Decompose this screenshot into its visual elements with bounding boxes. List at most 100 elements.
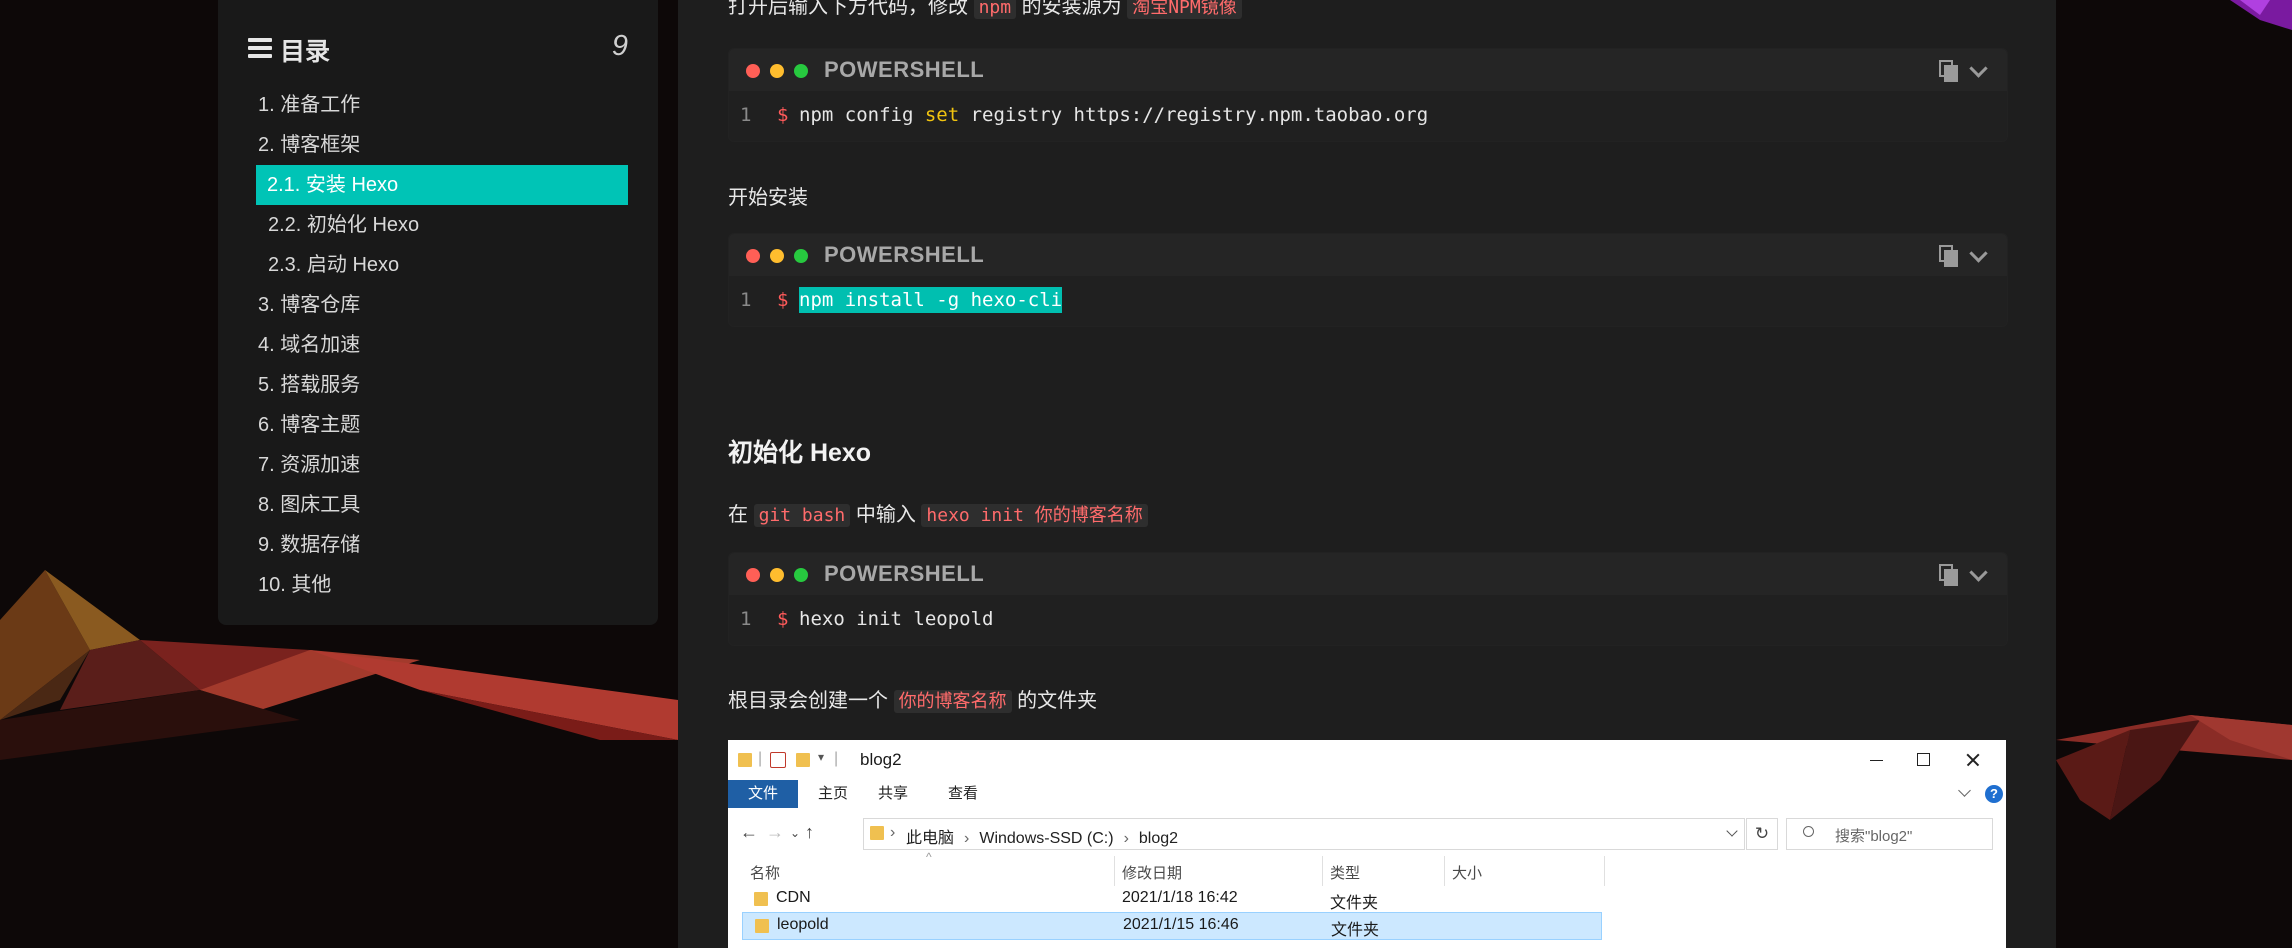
file-date: 2021/1/15 16:46	[1123, 916, 1239, 933]
ribbon-tab-share[interactable]: 共享	[868, 780, 918, 808]
code-language: POWERSHELL	[824, 242, 985, 267]
chevron-down-icon[interactable]	[1969, 563, 1988, 582]
toc-list: 1. 准备工作 2. 博客框架 2.1. 安装 Hexo 2.2. 初始化 He…	[256, 85, 628, 605]
folder-icon	[754, 892, 768, 906]
copy-icon[interactable]	[1939, 245, 1958, 267]
file-list: CDN 2021/1/18 16:42 文件夹 leopold 2021/1/1…	[728, 886, 2006, 948]
up-arrow-icon[interactable]: ↑	[805, 822, 814, 843]
text: 在	[728, 504, 748, 526]
breadcrumb-item[interactable]: blog2	[1139, 830, 1178, 847]
expand-ribbon-icon[interactable]	[1958, 784, 1971, 797]
inline-code: hexo init 你的博客名称	[921, 504, 1148, 527]
line-number: 1	[740, 104, 752, 126]
text: 打开后输入下方代码，修改	[728, 0, 968, 18]
code-block-header: POWERSHELL	[729, 49, 2007, 91]
file-type: 文件夹	[1331, 922, 1380, 939]
maximize-button[interactable]	[1900, 746, 1946, 774]
help-icon[interactable]: ?	[1985, 785, 2003, 803]
ribbon-tab-home[interactable]: 主页	[808, 780, 858, 808]
green-dot-icon	[794, 568, 808, 582]
list-icon	[248, 38, 272, 60]
column-divider[interactable]	[1604, 856, 1605, 886]
inline-code: 淘宝NPM镜像	[1127, 0, 1242, 19]
chevron-down-icon[interactable]	[1969, 59, 1988, 78]
search-icon	[1803, 826, 1814, 837]
toc-item[interactable]: 2.3. 启动 Hexo	[258, 245, 628, 285]
code-block: POWERSHELL 1 $ npm config set registry h…	[728, 48, 2008, 142]
yellow-dot-icon	[770, 568, 784, 582]
new-folder-icon[interactable]	[796, 753, 810, 767]
chevron-right-icon: ›	[890, 824, 896, 841]
window-title: blog2	[860, 750, 902, 769]
toc-count: 9	[611, 30, 628, 62]
chevron-down-icon[interactable]	[1726, 825, 1738, 837]
toc-item[interactable]: 10. 其他	[258, 565, 628, 605]
ribbon-tabs: 文件 主页 共享 查看 ?	[728, 780, 2006, 811]
toc-item[interactable]: 9. 数据存储	[258, 525, 628, 565]
folder-icon	[738, 753, 752, 767]
recent-locations-icon[interactable]: ⌄	[790, 826, 800, 840]
line-number: 1	[740, 608, 752, 630]
yellow-dot-icon	[770, 249, 784, 263]
paragraph: 在 git bash 中输入 hexo init 你的博客名称	[728, 498, 1148, 527]
properties-icon[interactable]	[770, 752, 786, 768]
ribbon-tab-view[interactable]: 查看	[938, 780, 988, 808]
toc-item[interactable]: 2.2. 初始化 Hexo	[258, 205, 628, 245]
toc-item[interactable]: 2. 博客框架	[258, 125, 628, 165]
toc-item[interactable]: 1. 准备工作	[258, 85, 628, 125]
column-header-date[interactable]: 修改日期	[1122, 862, 1182, 883]
column-header-type[interactable]: 类型	[1330, 862, 1360, 883]
code-body: 1 $ hexo init leopold	[729, 595, 2007, 645]
breadcrumb-item[interactable]: Windows-SSD (C:)	[979, 830, 1113, 847]
toc-item[interactable]: 8. 图床工具	[258, 485, 628, 525]
toc-header: 目录 9	[248, 30, 628, 70]
article-main: 打开后输入下方代码，修改 npm 的安装源为 淘宝NPM镜像 POWERSHEL…	[678, 0, 2056, 948]
copy-icon[interactable]	[1939, 564, 1958, 586]
minimize-button[interactable]	[1853, 746, 1899, 774]
close-button[interactable]	[1950, 746, 1996, 774]
back-arrow-icon[interactable]: ←	[740, 822, 758, 843]
explorer-titlebar: | ▾ | blog2	[728, 740, 2006, 780]
column-header-size[interactable]: 大小	[1452, 862, 1482, 883]
toc-item[interactable]: 4. 域名加速	[258, 325, 628, 365]
search-box[interactable]: 搜索"blog2"	[1786, 818, 1993, 850]
breadcrumb: 此电脑 › Windows-SSD (C:) › blog2	[906, 830, 1179, 847]
text: 的安装源为	[1021, 0, 1122, 18]
ribbon-tab-file[interactable]: 文件	[728, 780, 798, 808]
column-divider[interactable]	[1444, 856, 1445, 886]
search-placeholder: 搜索"blog2"	[1835, 828, 1913, 845]
sort-ascending-icon: ^	[926, 850, 932, 864]
file-row[interactable]: CDN 2021/1/18 16:42 文件夹	[742, 886, 1602, 912]
toc-title: 目录	[280, 38, 331, 66]
column-divider[interactable]	[1114, 856, 1115, 886]
quick-access-toolbar: | ▾ |	[738, 750, 848, 770]
refresh-icon[interactable]: ↻	[1746, 818, 1778, 850]
text: 中输入	[855, 504, 916, 526]
column-header-name[interactable]: 名称	[750, 862, 780, 883]
forward-arrow-icon[interactable]: →	[766, 822, 784, 843]
toc-item[interactable]: 3. 博客仓库	[258, 285, 628, 325]
divider: |	[758, 750, 763, 767]
breadcrumb-item[interactable]: 此电脑	[906, 830, 954, 847]
code-line-selected[interactable]: npm install -g hexo-cli	[799, 287, 1063, 313]
toc-item[interactable]: 7. 资源加速	[258, 445, 628, 485]
toc-item-active[interactable]: 2.1. 安装 Hexo	[256, 165, 628, 205]
folder-icon	[870, 826, 884, 840]
code-line: npm config set registry https://registry…	[799, 104, 1429, 126]
inline-code: npm	[973, 0, 1017, 19]
chevron-down-icon[interactable]	[1969, 244, 1988, 263]
red-dot-icon	[746, 64, 760, 78]
column-divider[interactable]	[1322, 856, 1323, 886]
code-body: 1 $ npm config set registry https://regi…	[729, 91, 2007, 141]
file-row-selected[interactable]: leopold 2021/1/15 16:46 文件夹	[742, 912, 1602, 940]
toc-item[interactable]: 6. 博客主题	[258, 405, 628, 445]
file-name: leopold	[777, 916, 829, 933]
address-bar[interactable]: › 此电脑 › Windows-SSD (C:) › blog2	[863, 818, 1745, 850]
red-dot-icon	[746, 249, 760, 263]
customize-dropdown-icon[interactable]: ▾	[818, 750, 824, 764]
toc-item[interactable]: 5. 搭载服务	[258, 365, 628, 405]
code-line: hexo init leopold	[799, 608, 994, 630]
divider: |	[834, 750, 839, 767]
navigation-bar: ← → ⌄ ↑ › 此电脑 › Windows-SSD (C:) › blog2 ↻ 搜…	[728, 810, 2006, 856]
copy-icon[interactable]	[1939, 60, 1958, 82]
